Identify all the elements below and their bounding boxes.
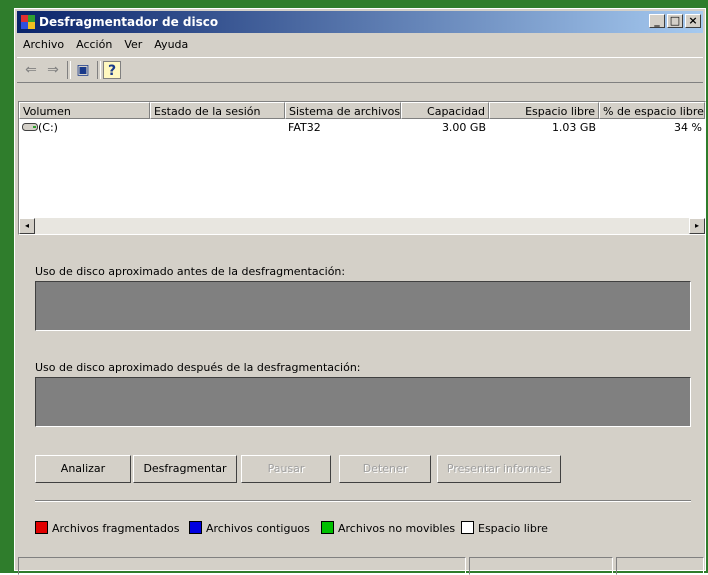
menu-ver[interactable]: Ver <box>118 35 148 54</box>
legend-unmovable: Archivos no movibles <box>321 521 455 535</box>
scroll-left-icon[interactable]: ◂ <box>19 218 35 234</box>
forward-icon[interactable]: ⇒ <box>43 61 63 79</box>
legend-swatch-blue <box>189 521 202 534</box>
volume-name: (C:) <box>38 121 58 134</box>
status-panel <box>18 557 466 575</box>
status-panel <box>616 557 704 575</box>
help-icon[interactable]: ? <box>103 61 121 79</box>
legend-contiguous: Archivos contiguos <box>189 521 310 535</box>
usage-before-bar <box>35 281 691 331</box>
usage-before-label: Uso de disco aproximado antes de la desf… <box>35 265 346 278</box>
legend-swatch-white <box>461 521 474 534</box>
defrag-app-icon <box>21 15 35 29</box>
capacity-cell: 3.00 GB <box>441 121 486 134</box>
show-hide-tree-icon[interactable]: ▣ <box>73 61 93 79</box>
report-button[interactable]: Presentar informes <box>437 455 561 483</box>
legend-fragmented: Archivos fragmentados <box>35 521 179 535</box>
menu-archivo[interactable]: Archivo <box>17 35 70 54</box>
minimize-button[interactable]: _ <box>649 14 665 28</box>
defrag-window: Desfragmentador de disco _ □ × Archivo Ac… <box>14 8 706 575</box>
usage-after-label: Uso de disco aproximado después de la de… <box>35 361 361 374</box>
column-header-free-space[interactable]: Espacio libre <box>489 102 599 119</box>
free-space-cell: 1.03 GB <box>551 121 596 134</box>
volume-cell: (C:) <box>19 121 150 136</box>
legend-label: Espacio libre <box>478 522 548 535</box>
usage-after-bar <box>35 377 691 427</box>
legend-label: Archivos no movibles <box>338 522 456 535</box>
legend-swatch-red <box>35 521 48 534</box>
toolbar: ⇐ ⇒ ▣ ? <box>17 57 703 83</box>
file-system-cell: FAT32 <box>288 121 321 134</box>
analyze-button[interactable]: Analizar <box>35 455 131 483</box>
session-state-cell <box>150 121 285 136</box>
menu-bar: Archivo Acción Ver Ayuda <box>17 35 703 55</box>
stop-button[interactable]: Detener <box>339 455 431 483</box>
status-panel <box>469 557 613 575</box>
title-bar[interactable]: Desfragmentador de disco _ □ × <box>17 11 703 33</box>
column-header-capacity[interactable]: Capacidad <box>401 102 489 119</box>
horizontal-scrollbar[interactable]: ◂ ▸ <box>19 218 705 234</box>
column-header-percent-free[interactable]: % de espacio libre <box>599 102 705 119</box>
toolbar-separator <box>67 61 71 79</box>
menu-ayuda[interactable]: Ayuda <box>148 35 194 54</box>
volume-list: Volumen Estado de la sesión Sistema de a… <box>18 101 706 235</box>
maximize-button[interactable]: □ <box>667 14 683 28</box>
column-header-session-state[interactable]: Estado de la sesión <box>150 102 285 119</box>
legend-free-space: Espacio libre <box>461 521 548 535</box>
scroll-right-icon[interactable]: ▸ <box>689 218 705 234</box>
defragment-button[interactable]: Desfragmentar <box>133 455 237 483</box>
column-header-file-system[interactable]: Sistema de archivos <box>285 102 401 119</box>
legend-swatch-green <box>321 521 334 534</box>
legend-label: Archivos fragmentados <box>52 522 180 535</box>
back-icon[interactable]: ⇐ <box>21 61 41 79</box>
pause-button[interactable]: Pausar <box>241 455 331 483</box>
divider <box>35 500 691 502</box>
status-bar <box>18 557 704 575</box>
menu-accion[interactable]: Acción <box>70 35 118 54</box>
drive-icon <box>22 123 38 131</box>
toolbar-separator <box>97 61 101 79</box>
legend-label: Archivos contiguos <box>206 522 310 535</box>
percent-free-cell: 34 % <box>674 121 702 134</box>
window-title: Desfragmentador de disco <box>39 15 219 29</box>
close-button[interactable]: × <box>685 14 701 28</box>
column-header-volume[interactable]: Volumen <box>19 102 150 119</box>
list-header: Volumen Estado de la sesión Sistema de a… <box>19 102 705 119</box>
